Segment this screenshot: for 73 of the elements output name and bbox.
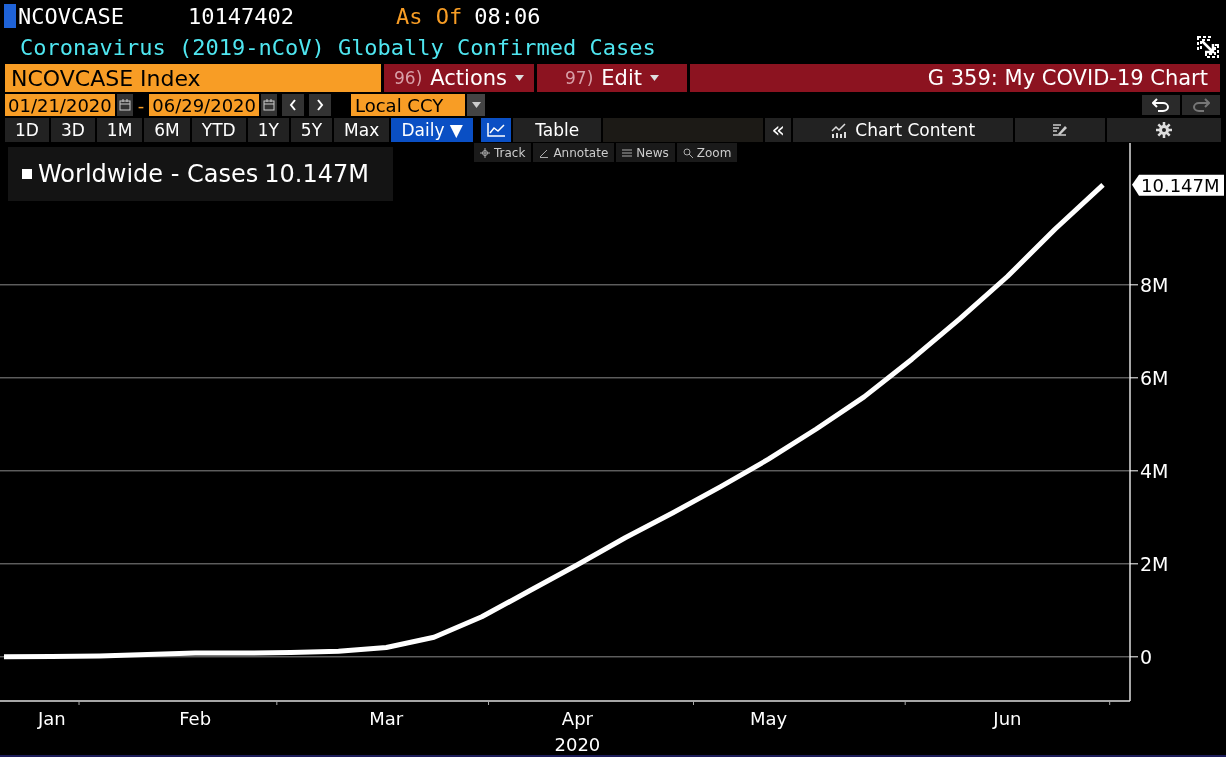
settings-icon[interactable] <box>1107 118 1221 142</box>
y-tick-label: 4M <box>1140 459 1169 482</box>
resize-icon[interactable] <box>1196 35 1220 59</box>
lines-icon <box>622 147 633 158</box>
chart-tool-button[interactable]: Zoom <box>676 143 738 162</box>
period-button[interactable]: 1D <box>5 118 49 142</box>
period-button[interactable]: 3D <box>50 118 95 142</box>
as-of-label: As Of <box>396 3 463 29</box>
axis-tick-label: 6M <box>1129 366 1169 389</box>
undo-icon <box>1152 98 1170 112</box>
frequency-dropdown[interactable]: Daily ▼ <box>391 118 474 142</box>
chevron-left-icon <box>289 99 297 111</box>
date-separator: - <box>137 94 145 116</box>
month-label: Feb <box>179 708 212 729</box>
as-of-time: 08:06 <box>474 3 541 29</box>
menu-button[interactable]: 97) Edit <box>537 64 687 92</box>
caret-icon <box>515 75 524 81</box>
last-value-tag: 10.147M <box>1132 174 1224 196</box>
line-chart-button[interactable] <box>481 118 512 142</box>
legend-value: 10.147M <box>264 160 369 188</box>
series-swatch <box>22 169 32 179</box>
pencil-icon <box>539 147 550 158</box>
edit-icon[interactable] <box>1015 118 1106 142</box>
period-button[interactable]: 5Y <box>290 118 333 142</box>
table-button[interactable]: Table <box>513 118 602 142</box>
crosshair-icon <box>480 147 490 158</box>
chart-tool-button[interactable]: Annotate <box>533 143 615 162</box>
axis-tick-label: 8M <box>1129 273 1169 296</box>
period-button[interactable]: 1Y <box>247 118 289 142</box>
magnifier-icon <box>682 147 693 158</box>
chart-tool-button[interactable]: Track <box>474 143 532 162</box>
chart-bars-icon <box>831 122 848 138</box>
last-value: 10147402 <box>188 3 295 29</box>
period-button[interactable]: Max <box>334 118 390 142</box>
caret-icon <box>649 75 659 81</box>
chart-name: G 359: My COVID-19 Chart <box>927 66 1208 90</box>
month-label: Jun <box>993 708 1022 729</box>
calendar-icon[interactable] <box>116 94 133 116</box>
dropdown-icon[interactable] <box>467 94 485 116</box>
period-button[interactable]: 6M <box>144 118 190 142</box>
cursor-block <box>4 4 16 28</box>
period-button[interactable]: YTD <box>191 118 246 142</box>
calendar-icon[interactable] <box>261 94 277 116</box>
collapse-button[interactable]: « <box>765 118 792 142</box>
y-tick-label: 6M <box>1140 366 1169 389</box>
y-tick-label: 8M <box>1140 273 1169 296</box>
month-label: Mar <box>369 708 404 729</box>
next-button[interactable] <box>309 94 331 116</box>
period-button[interactable]: 1M <box>96 118 143 142</box>
axis-tick-label: 0 <box>1129 645 1153 668</box>
previous-button[interactable] <box>282 94 304 116</box>
start-date-field[interactable]: 01/21/2020 <box>5 94 115 116</box>
axis-tick-label: 2M <box>1129 552 1169 575</box>
currency-dropdown[interactable]: Local CCY <box>351 94 465 116</box>
year-label: 2020 <box>554 734 601 755</box>
redo-icon <box>1192 98 1210 112</box>
security-field[interactable]: NCOVCASE Index <box>5 64 381 92</box>
chart-tool-button[interactable]: News <box>616 143 675 162</box>
month-label: Apr <box>561 708 593 729</box>
end-date-field[interactable]: 06/29/2020 <box>149 94 259 116</box>
security-description: Coronavirus (2019-nCoV) Globally Confirmed Cases <box>20 34 656 60</box>
menu-button[interactable]: 96) Actions <box>384 64 534 92</box>
axis-tick-label: 4M <box>1129 459 1169 482</box>
chart-content-button[interactable]: Chart Content <box>793 118 1014 142</box>
chevron-right-icon <box>316 99 324 111</box>
undo-button[interactable] <box>1142 95 1180 115</box>
legend-label: Worldwide - Cases <box>38 160 259 188</box>
y-tick-label: 0 <box>1140 645 1153 668</box>
y-tick-label: 2M <box>1140 552 1169 575</box>
ticker: NCOVCASE <box>18 3 125 29</box>
line-chart-icon <box>487 123 506 137</box>
month-label: May <box>749 708 788 729</box>
month-label: Jan <box>37 708 66 729</box>
